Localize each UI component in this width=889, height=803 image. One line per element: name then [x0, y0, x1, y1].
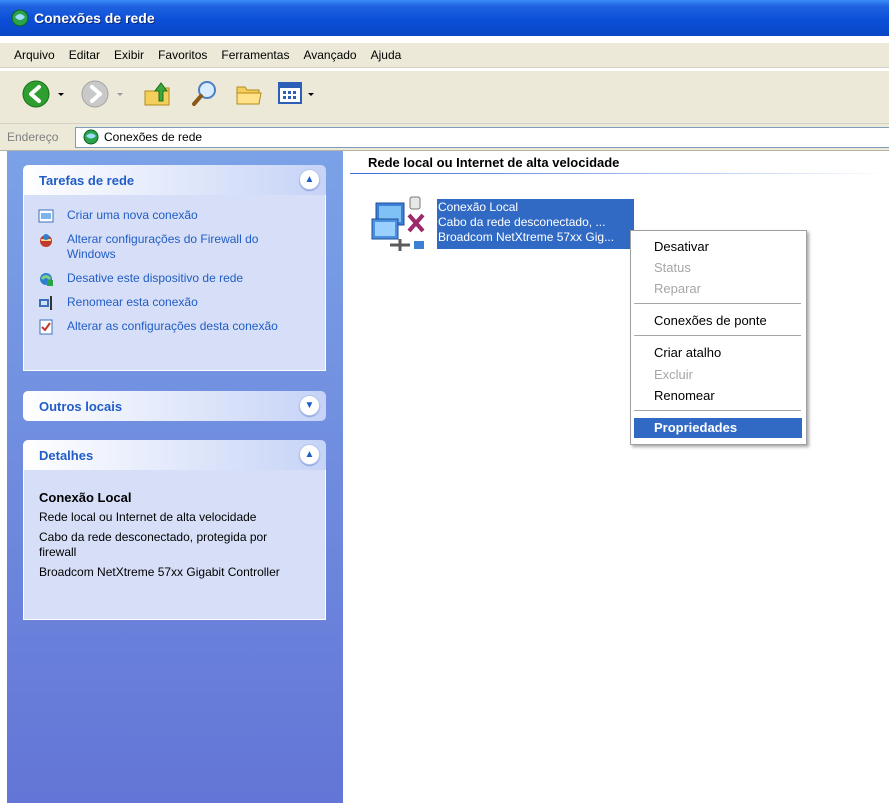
- properties-icon: [39, 319, 53, 335]
- context-menu: Desativar Status Reparar Conexões de pon…: [630, 230, 807, 445]
- ctx-criar-atalho[interactable]: Criar atalho: [631, 343, 806, 363]
- forward-dropdown-icon[interactable]: [115, 89, 125, 99]
- address-label: Endereço: [7, 130, 59, 144]
- disable-device-icon: [40, 273, 53, 286]
- details-header[interactable]: Detalhes ▲: [23, 440, 326, 470]
- collapse-icon[interactable]: ▲: [299, 444, 320, 465]
- local-connection-labels[interactable]: Conexão Local Cabo da rede desconectado,…: [437, 199, 634, 249]
- back-dropdown-icon[interactable]: [56, 89, 66, 99]
- ctx-separator: [634, 335, 801, 337]
- section-divider: [350, 173, 889, 174]
- network-tasks-header[interactable]: Tarefas de rede ▲: [23, 165, 326, 195]
- menu-editar[interactable]: Editar: [62, 48, 107, 62]
- network-tasks-box: Tarefas de rede ▲ Criar uma nova conexão…: [23, 165, 326, 371]
- address-field[interactable]: Conexões de rede: [75, 127, 889, 148]
- detail-type: Rede local ou Internet de alta velocidad…: [39, 510, 257, 524]
- rename-icon: [39, 296, 52, 310]
- window-title: Conexões de rede: [34, 10, 155, 26]
- network-tasks-body: Criar uma nova conexão Alterar configura…: [23, 195, 326, 371]
- menu-favoritos[interactable]: Favoritos: [151, 48, 214, 62]
- connection-status: Cabo da rede desconectado, ...: [438, 215, 606, 229]
- details-body: Conexão Local Rede local ou Internet de …: [23, 470, 326, 620]
- menu-avancado[interactable]: Avançado: [296, 48, 363, 62]
- ctx-separator: [634, 410, 801, 412]
- task-create-connection[interactable]: Criar uma nova conexão: [24, 208, 325, 223]
- collapse-icon[interactable]: ▲: [299, 169, 320, 190]
- firewall-icon: [40, 234, 52, 247]
- address-bar: Endereço Conexões de rede: [0, 124, 889, 151]
- forward-button[interactable]: [80, 79, 110, 109]
- ctx-conexoes-de-ponte[interactable]: Conexões de ponte: [631, 311, 806, 331]
- toolbar: [0, 71, 889, 124]
- views-icon[interactable]: [276, 79, 304, 107]
- menu-ajuda[interactable]: Ajuda: [364, 48, 409, 62]
- views-dropdown-icon[interactable]: [306, 89, 316, 99]
- title-bar[interactable]: Conexões de rede: [0, 0, 889, 36]
- section-title: Rede local ou Internet de alta velocidad…: [368, 155, 620, 170]
- ctx-reparar[interactable]: Reparar: [631, 279, 806, 299]
- back-button[interactable]: [21, 79, 51, 109]
- task-firewall-settings[interactable]: Alterar configurações do Firewall do Win…: [24, 232, 287, 262]
- ctx-separator: [634, 303, 801, 305]
- left-task-pane: Tarefas de rede ▲ Criar uma nova conexão…: [7, 151, 343, 803]
- folders-icon[interactable]: [234, 79, 264, 109]
- connection-name: Conexão Local: [438, 200, 519, 214]
- task-disable-device[interactable]: Desative este dispositivo de rede: [24, 271, 325, 286]
- expand-icon[interactable]: ▼: [299, 395, 320, 416]
- other-places-box: Outros locais ▼: [23, 391, 326, 421]
- menu-bar: Arquivo Editar Exibir Favoritos Ferramen…: [0, 43, 889, 68]
- detail-device: Broadcom NetXtreme 57xx Gigabit Controll…: [39, 565, 280, 579]
- menu-exibir[interactable]: Exibir: [107, 48, 151, 62]
- search-icon[interactable]: [190, 79, 220, 109]
- address-value: Conexões de rede: [104, 130, 203, 144]
- details-title: Detalhes: [39, 448, 94, 463]
- other-places-title: Outros locais: [39, 399, 123, 414]
- other-places-header[interactable]: Outros locais ▼: [23, 391, 326, 421]
- details-box: Detalhes ▲ Conexão Local Rede local ou I…: [23, 440, 326, 620]
- network-tasks-title: Tarefas de rede: [39, 173, 135, 188]
- menu-ferramentas[interactable]: Ferramentas: [214, 48, 296, 62]
- network-connections-icon: [83, 129, 99, 145]
- local-connection-icon[interactable]: [370, 195, 434, 253]
- ctx-excluir[interactable]: Excluir: [631, 365, 806, 385]
- ctx-renomear[interactable]: Renomear: [631, 386, 806, 406]
- menu-arquivo[interactable]: Arquivo: [0, 48, 62, 62]
- ctx-desativar[interactable]: Desativar: [631, 237, 806, 257]
- ctx-status[interactable]: Status: [631, 258, 806, 278]
- task-connection-properties[interactable]: Alterar as configurações desta conexão: [24, 319, 287, 335]
- detail-name: Conexão Local: [39, 490, 132, 505]
- network-connections-icon: [11, 9, 29, 27]
- detail-status: Cabo da rede desconectado, protegida por…: [39, 530, 268, 559]
- ctx-propriedades[interactable]: Propriedades: [634, 418, 802, 438]
- connection-device: Broadcom NetXtreme 57xx Gig...: [438, 230, 615, 244]
- up-folder-button[interactable]: [142, 79, 172, 109]
- task-rename-connection[interactable]: Renomear esta conexão: [24, 295, 325, 310]
- new-connection-icon: [38, 209, 54, 223]
